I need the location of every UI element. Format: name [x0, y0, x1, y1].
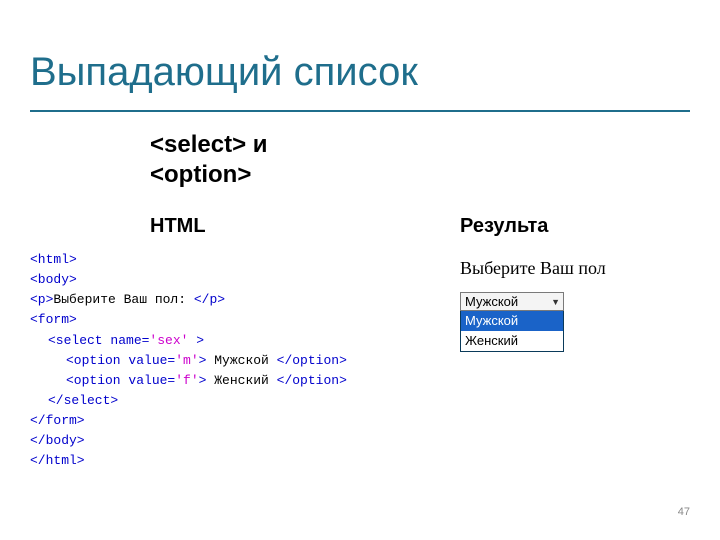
code-value: 'sex' [149, 333, 188, 348]
code-tag: </form> [30, 413, 85, 428]
code-tag: <option value= [66, 353, 175, 368]
code-tag: </p> [194, 292, 225, 307]
code-value: 'm' [175, 353, 198, 368]
select-selected-value: Мужской [465, 294, 518, 309]
code-tag: <option value= [66, 373, 175, 388]
code-tag: </option> [277, 353, 347, 368]
code-tag: </body> [30, 433, 85, 448]
code-tag: <form> [30, 312, 77, 327]
result-prompt: Выберите Ваш пол [460, 258, 606, 279]
slide-title: Выпадающий список [30, 50, 418, 95]
select-option-male[interactable]: Мужской [461, 311, 563, 331]
select-option-female[interactable]: Женский [461, 331, 563, 351]
code-tag: <body> [30, 272, 77, 287]
column-label-result: Результа [460, 215, 548, 238]
code-tag: </option> [277, 373, 347, 388]
select-options-list: Мужской Женский [460, 311, 564, 352]
slide-subtitle: <select> и <option> [150, 130, 268, 190]
decorative-wave [0, 0, 720, 40]
select-display[interactable]: Мужской ▼ [460, 292, 564, 311]
code-tag: </html> [30, 453, 85, 468]
subtitle-line2: <option> [150, 161, 251, 188]
chevron-down-icon: ▼ [551, 297, 560, 307]
code-value: 'f' [175, 373, 198, 388]
code-tag: <p> [30, 292, 53, 307]
code-tag: > [188, 333, 204, 348]
code-text: Женский [206, 373, 276, 388]
code-tag: <select name= [48, 333, 149, 348]
title-underline [30, 110, 690, 112]
code-block: <html> <body> <p>Выберите Ваш пол: </p> … [30, 250, 430, 472]
code-text: Мужской [206, 353, 276, 368]
column-label-html: HTML [150, 215, 206, 238]
page-number: 47 [678, 506, 690, 518]
code-text: Выберите Ваш пол: [53, 292, 193, 307]
subtitle-line1: <select> и [150, 131, 268, 158]
code-tag: </select> [48, 393, 118, 408]
code-tag: <html> [30, 252, 77, 267]
select-dropdown[interactable]: Мужской ▼ Мужской Женский [460, 292, 564, 352]
